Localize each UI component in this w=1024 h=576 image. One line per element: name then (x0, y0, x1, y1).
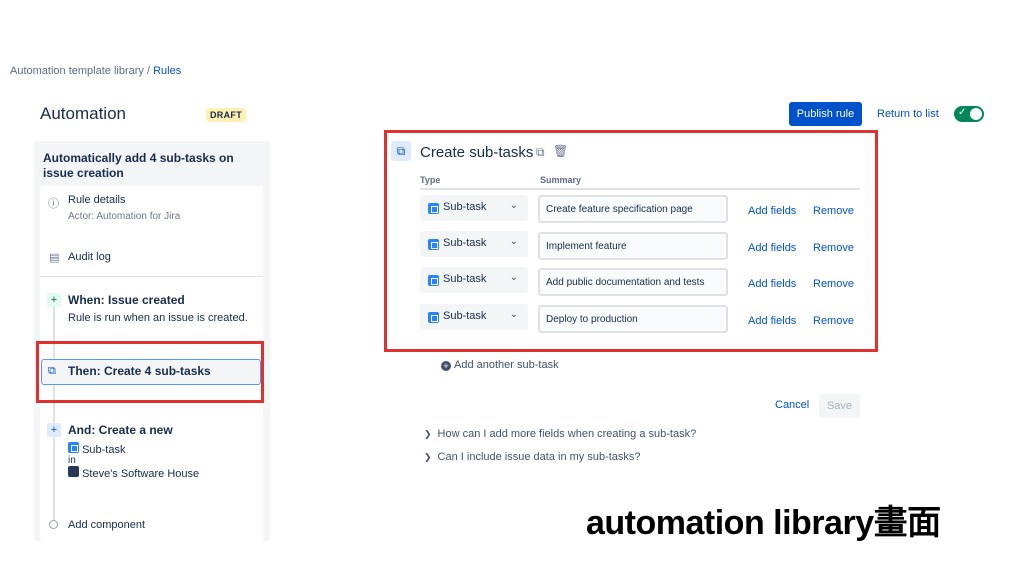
and-project-label: Steve's Software House (82, 468, 200, 480)
breadcrumb: Automation template library / Rules (10, 65, 181, 77)
toggle-knob (970, 108, 982, 120)
faq-label: How can I add more fields when creating … (437, 428, 697, 440)
publish-rule-button[interactable]: Publish rule (789, 102, 862, 126)
and-type-label: Sub-task (82, 444, 126, 456)
status-badge: DRAFT (206, 108, 246, 122)
audit-log-item[interactable]: Audit log (68, 251, 111, 263)
and-in: in (68, 455, 76, 466)
chevron-right-icon: ❯ (424, 429, 432, 439)
component-connector (53, 306, 55, 524)
add-another-label: Add another sub-task (454, 359, 559, 371)
faq-item[interactable]: ❯ How can I add more fields when creating… (424, 428, 696, 440)
divider (40, 276, 263, 277)
info-icon: ⓘ (48, 198, 59, 210)
and-type: Sub-task (68, 442, 125, 456)
overlay-caption: automation library畫面 (586, 504, 941, 542)
chevron-right-icon: ❯ (424, 452, 432, 462)
highlight-box-main (384, 130, 878, 352)
add-another-subtask-button[interactable]: + Add another sub-task (441, 359, 559, 371)
page-title: Automation (40, 104, 126, 123)
and-title[interactable]: And: Create a new (68, 423, 173, 437)
highlight-box-left (36, 341, 264, 403)
plus-circle-icon: + (441, 361, 451, 371)
return-to-list-link[interactable]: Return to list (877, 108, 939, 120)
cancel-button[interactable]: Cancel (775, 399, 809, 411)
rule-title: Automatically add 4 sub-tasks on issue c… (43, 151, 234, 180)
add-component-link[interactable]: Add component (68, 519, 145, 531)
rule-details-item[interactable]: Rule details (68, 194, 125, 206)
subtask-icon (68, 442, 79, 453)
breadcrumb-parent[interactable]: Automation template library (10, 65, 144, 77)
trigger-title[interactable]: When: Issue created (68, 293, 185, 307)
trigger-description: Rule is run when an issue is created. (68, 312, 248, 324)
rule-actor: Actor: Automation for Jira (68, 211, 181, 222)
faq-item[interactable]: ❯ Can I include issue data in my sub-task… (424, 451, 641, 463)
document-icon: ▤ (49, 252, 60, 264)
rule-enabled-toggle[interactable]: ✓ (954, 106, 984, 122)
trigger-plus-icon: + (47, 293, 61, 307)
action-plus-icon: + (47, 423, 61, 437)
breadcrumb-separator: / (146, 65, 151, 77)
and-project: Steve's Software House (68, 466, 199, 480)
add-component-icon (49, 520, 58, 529)
save-button[interactable]: Save (819, 394, 860, 418)
breadcrumb-current[interactable]: Rules (153, 65, 181, 77)
faq-label: Can I include issue data in my sub-tasks… (437, 451, 641, 463)
project-icon (68, 466, 79, 477)
check-icon: ✓ (958, 107, 967, 118)
